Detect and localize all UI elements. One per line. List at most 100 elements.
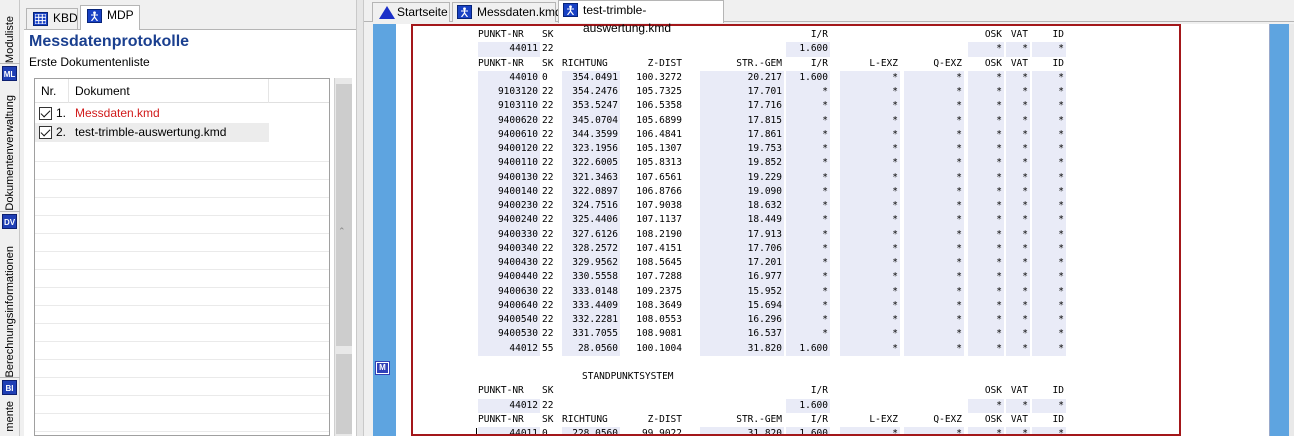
cell-id: * — [1032, 99, 1066, 114]
cell-lexz: * — [840, 298, 900, 313]
measurement-row[interactable]: 9400640 22 333.4409 108.3649 15.694 * * * * * * — [478, 298, 1078, 313]
cell-id: * — [1032, 241, 1066, 256]
right-margin-bar — [1269, 24, 1289, 436]
col-id: ID — [1052, 57, 1064, 69]
tab-mdp[interactable]: MDP — [80, 5, 140, 30]
station-osk: * — [968, 42, 1004, 57]
cell-osk: * — [968, 199, 1004, 214]
grid-line — [35, 305, 329, 306]
scrollbar-thumb[interactable] — [336, 84, 352, 346]
grid-line — [35, 287, 329, 288]
scroll-up-icon[interactable]: ⌃ — [338, 226, 346, 237]
cell-lexz: * — [840, 142, 900, 157]
document-tabs: Startseite Messdaten.kmd test-trimble-au… — [364, 0, 1294, 35]
measurement-row[interactable]: 44012 55 28.0560 100.1004 31.820 1.600 * * * * * — [478, 341, 1078, 356]
measurement-row[interactable]: 9400620 22 345.0704 105.6899 17.815 * * * * * * — [478, 113, 1078, 128]
list-item[interactable]: 1. Messdaten.kmd — [35, 104, 329, 123]
measurement-row[interactable]: 9400230 22 324.7516 107.9038 18.632 * * * * * * — [478, 199, 1078, 214]
cell-osk: * — [968, 85, 1004, 100]
cell-zdist: 105.8313 — [636, 157, 682, 169]
measurement-row[interactable]: 9400540 22 332.2281 108.0553 16.296 * * * * * * — [478, 313, 1078, 328]
station-osk: * — [968, 398, 1004, 413]
measurement-row[interactable]: 9103110 22 353.5247 106.5358 17.716 * * * * * * — [478, 99, 1078, 114]
tab-messdaten[interactable]: Messdaten.kmd — [452, 2, 562, 22]
cell-qexz: * — [904, 142, 964, 157]
calculation-info-icon[interactable]: BI — [2, 380, 17, 395]
surveyor-icon — [87, 9, 102, 23]
station-ir: 1.600 — [786, 398, 830, 413]
measurement-row[interactable]: 9400630 22 333.0148 109.2375 15.952 * * * * * * — [478, 284, 1078, 299]
cell-osk: * — [968, 142, 1004, 157]
cell-ir: * — [786, 327, 830, 342]
cell-qexz: * — [904, 298, 964, 313]
measurement-row[interactable]: 9400120 22 323.1956 105.1307 19.753 * * * * * * — [478, 142, 1078, 157]
measurement-row[interactable]: 9400430 22 329.9562 108.5645 17.201 * * * * * * — [478, 256, 1078, 271]
cell-id: * — [1032, 298, 1066, 313]
measurement-row[interactable]: 9400240 22 325.4406 107.1137 18.449 * * * * * * — [478, 213, 1078, 228]
cell-vat: * — [1006, 142, 1030, 157]
measurement-row[interactable]: 9400130 22 321.3463 107.6561 19.229 * * * * * * — [478, 170, 1078, 185]
column-header-nr[interactable]: Nr. — [35, 79, 69, 103]
cell-ir: * — [786, 142, 830, 157]
vertical-scrollbar[interactable] — [1289, 24, 1294, 436]
module-marker-icon[interactable]: M — [375, 361, 390, 375]
cell-zdist: 100.1004 — [636, 342, 682, 354]
measurement-row[interactable]: 9400610 22 344.3599 106.4841 17.861 * * * * * * — [478, 127, 1078, 142]
measurement-row[interactable]: 9400340 22 328.2572 107.4151 17.706 * * * * * * — [478, 241, 1078, 256]
cell-osk: * — [968, 99, 1004, 114]
measurement-row[interactable]: 9400530 22 331.7055 108.9081 16.537 * * * * * * — [478, 327, 1078, 342]
vtab-dokumentenverwaltung[interactable]: Dokumentenverwaltung — [0, 84, 20, 212]
cell-punkt: 44010 — [478, 70, 540, 85]
cell-strgem: 17.815 — [700, 113, 784, 128]
cell-vat: * — [1006, 327, 1030, 342]
measurement-row[interactable]: 9400330 22 327.6126 108.2190 17.913 * * * * * * — [478, 227, 1078, 242]
cell-strgem: 17.716 — [700, 99, 784, 114]
scrollbar-track-lower[interactable] — [336, 354, 352, 434]
col-osk: OSK — [984, 29, 1002, 40]
cell-sk: 55 — [542, 342, 554, 354]
cell-sk: 0 — [542, 428, 548, 436]
cell-vat: * — [1006, 227, 1030, 242]
vtab-moduliste[interactable]: Moduliste — [0, 0, 20, 64]
cell-qexz: * — [904, 270, 964, 285]
cell-strgem: 17.861 — [700, 127, 784, 142]
station-ir: 1.600 — [786, 42, 830, 57]
tab-test-trimble-auswertung[interactable]: test-trimble-auswertung.kmd — [558, 0, 724, 35]
cell-punkt: 9400430 — [478, 256, 540, 271]
vtab-dokumente[interactable]: mente — [0, 398, 20, 436]
grid-line — [35, 215, 329, 216]
measurement-row[interactable]: 44010 0 354.0491 100.3272 20.217 1.600 * * * * * — [478, 70, 1078, 85]
list-scrollbar[interactable]: ⌃ — [334, 78, 352, 436]
tab-kbd[interactable]: KBD — [26, 8, 78, 29]
cell-qexz: * — [904, 156, 964, 171]
cell-lexz: * — [840, 127, 900, 142]
col-sk: SK — [542, 385, 554, 397]
document-checkbox[interactable] — [39, 126, 52, 139]
column-header-dokument[interactable]: Dokument — [69, 79, 269, 103]
document-management-icon[interactable]: DV — [2, 214, 17, 229]
grid-line — [35, 269, 329, 270]
measurement-row[interactable]: 9103120 22 354.2476 105.7325 17.701 * * * * * * — [478, 85, 1078, 100]
tab-startseite[interactable]: Startseite — [372, 2, 450, 22]
cell-lexz: * — [840, 70, 900, 85]
measurement-row[interactable]: 9400440 22 330.5558 107.7288 16.977 * * * * * * — [478, 270, 1078, 285]
list-item[interactable]: 2. test-trimble-auswertung.kmd — [35, 123, 269, 142]
panel-splitter[interactable] — [356, 0, 364, 436]
cell-ir: 1.600 — [786, 341, 830, 356]
cell-osk: * — [968, 427, 1004, 434]
list-item-name: Messdaten.kmd — [75, 106, 160, 120]
cell-osk: * — [968, 70, 1004, 85]
cell-zdist: 108.5645 — [636, 257, 682, 268]
measurement-row[interactable]: 9400140 22 322.0897 106.8766 19.090 * * * * * * — [478, 184, 1078, 199]
vtab-berechnungsinformationen[interactable]: Berechnungsinformationen — [0, 232, 20, 378]
cell-ir: * — [786, 199, 830, 214]
tab-mdp-label: MDP — [107, 8, 134, 22]
module-list-icon[interactable]: ML — [2, 66, 17, 81]
measurement-row[interactable]: 9400110 22 322.6005 105.8313 19.852 * * * * * * — [478, 156, 1078, 171]
measurement-row[interactable]: 44011 0 228.0560 99.9022 31.820 1.600 * … — [476, 427, 1078, 436]
cell-strgem: 16.977 — [700, 270, 784, 285]
col-ir: I/R — [810, 413, 828, 425]
cell-zdist: 108.0553 — [636, 314, 682, 325]
document-checkbox[interactable] — [39, 107, 52, 120]
cell-punkt: 9400540 — [478, 313, 540, 328]
